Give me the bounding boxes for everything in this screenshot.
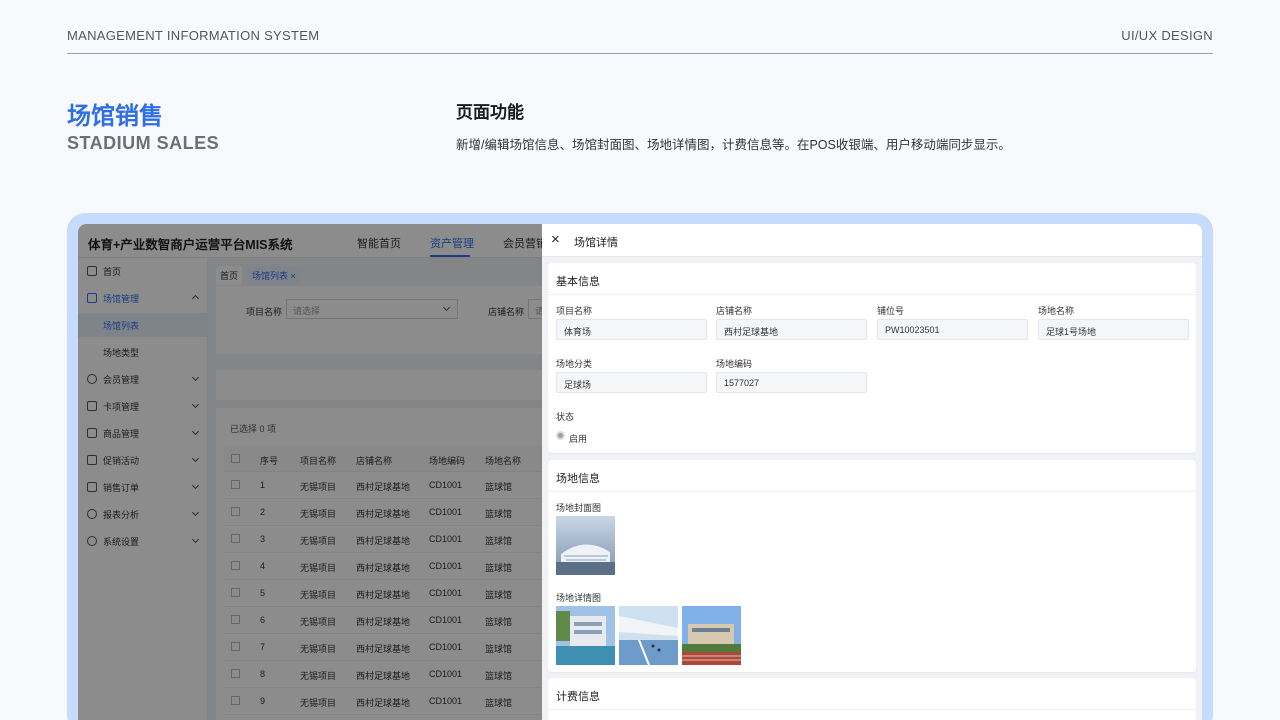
field-label: 场地编码: [716, 359, 753, 369]
stall-number-field[interactable]: PW10023501: [877, 319, 1028, 340]
status-radio[interactable]: [556, 431, 565, 440]
status-value: 启用: [569, 434, 588, 444]
cover-image-label: 场地封面图: [556, 503, 602, 513]
project-name-field[interactable]: 体育场: [556, 319, 707, 340]
header-right-text: UI/UX DESIGN: [1121, 28, 1213, 43]
section-title: 场馆销售: [67, 103, 163, 130]
cover-image[interactable]: [556, 516, 615, 575]
field-label: 场地名称: [1038, 306, 1075, 316]
venue-code-field[interactable]: 1577027: [716, 372, 867, 393]
billing-info-card: 计费信息: [548, 678, 1196, 720]
field-label: 场地分类: [556, 359, 593, 369]
app-window: 体育+产业数智商户运营平台MIS系统 智能首页 资产管理 会员营销 首页 场馆管…: [78, 224, 1202, 720]
basic-info-title: 基本信息: [548, 263, 1196, 295]
venue-name-field[interactable]: 足球1号场地: [1038, 319, 1189, 340]
section-subtitle: STADIUM SALES: [67, 133, 220, 153]
billing-info-title: 计费信息: [548, 678, 1196, 710]
field-label: 项目名称: [556, 306, 593, 316]
page-header: MANAGEMENT INFORMATION SYSTEM UI/UX DESI…: [67, 28, 1213, 54]
basic-info-card: 基本信息 项目名称 体育场 店铺名称 西村足球基地 铺位号 PW10023501…: [548, 263, 1196, 453]
venue-category-field[interactable]: 足球场: [556, 372, 707, 393]
detail-image[interactable]: [682, 606, 741, 665]
modal-overlay[interactable]: [78, 224, 542, 720]
detail-image[interactable]: [619, 606, 678, 665]
detail-images-label: 场地详情图: [556, 593, 602, 603]
drawer-title: 场馆详情: [574, 237, 618, 249]
venue-info-card: 场地信息 场地封面图 场地详情图: [548, 460, 1196, 672]
field-label: 店铺名称: [716, 306, 753, 316]
feature-title: 页面功能: [456, 103, 524, 122]
feature-description: 新增/编辑场馆信息、场馆封面图、场地详情图，计费信息等。在POS收银端、用户移动…: [456, 138, 1011, 152]
close-icon[interactable]: ×: [551, 231, 560, 248]
status-label: 状态: [556, 412, 575, 422]
store-name-field[interactable]: 西村足球基地: [716, 319, 867, 340]
header-left-text: MANAGEMENT INFORMATION SYSTEM: [67, 28, 320, 43]
drawer-header: × 场馆详情: [542, 224, 1202, 257]
detail-image[interactable]: [556, 606, 615, 665]
venue-info-title: 场地信息: [548, 460, 1196, 492]
field-label: 铺位号: [877, 306, 905, 316]
venue-detail-drawer: × 场馆详情 基本信息 项目名称 体育场 店铺名称 西村足球基地 铺位号 PW1…: [542, 224, 1202, 720]
